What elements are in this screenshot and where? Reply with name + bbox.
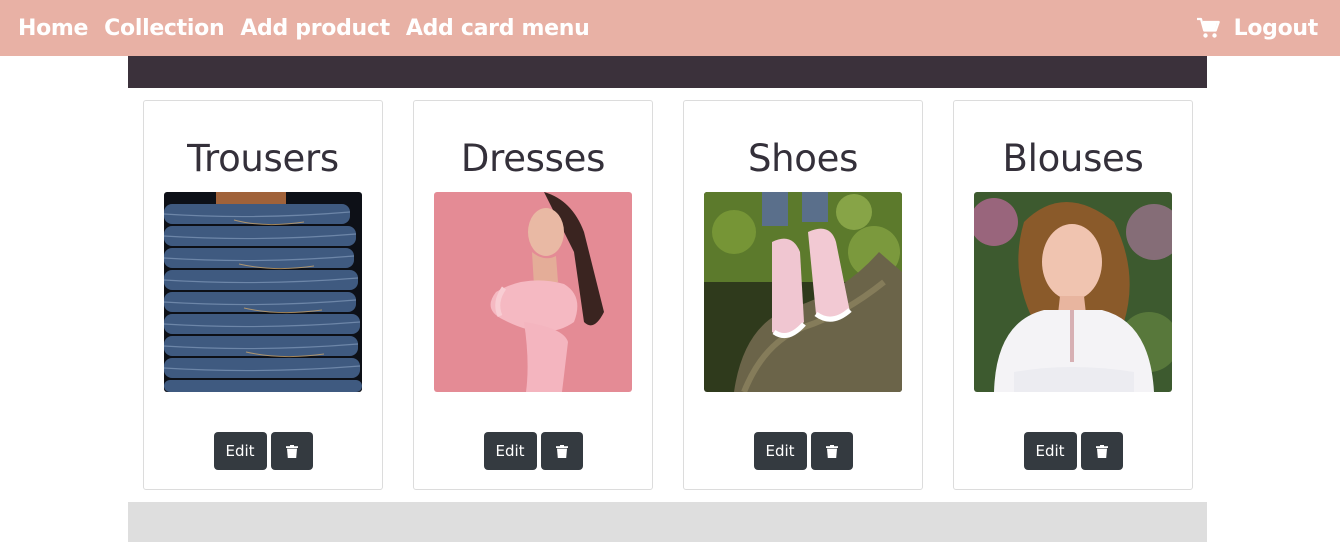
logout-link[interactable]: Logout: [1234, 16, 1319, 41]
trash-icon: [1095, 444, 1108, 458]
edit-button[interactable]: Edit: [1023, 432, 1077, 470]
delete-button[interactable]: [540, 432, 583, 470]
nav-add-card-menu-link[interactable]: Add card menu: [406, 16, 590, 41]
card-title: Trousers: [187, 137, 339, 180]
nav-home-link[interactable]: Home: [18, 16, 88, 41]
delete-button[interactable]: [270, 432, 313, 470]
card-title: Dresses: [460, 137, 606, 180]
pink-dress-model-photo: [434, 192, 632, 392]
delete-button[interactable]: [1080, 432, 1123, 470]
trash-icon: [555, 444, 568, 458]
card-actions: Edit: [213, 432, 313, 470]
delete-button[interactable]: [810, 432, 853, 470]
trash-icon: [285, 444, 298, 458]
category-card-shoes: Shoes Edit: [683, 100, 923, 490]
header-banner: [128, 56, 1207, 88]
edit-button[interactable]: Edit: [213, 432, 267, 470]
category-card-blouses: Blouses Edit: [953, 100, 1193, 490]
nav-right: Logout: [1196, 16, 1318, 41]
card-actions: Edit: [1023, 432, 1123, 470]
card-title: Shoes: [747, 137, 859, 180]
trash-icon: [825, 444, 838, 458]
stacked-jeans-photo: [164, 192, 362, 392]
shopping-cart-icon[interactable]: [1196, 17, 1220, 39]
category-card-trousers: Trousers Edit: [143, 100, 383, 490]
card-title: Blouses: [1002, 137, 1144, 180]
footer: [128, 502, 1207, 542]
nav-collection-link[interactable]: Collection: [104, 16, 224, 41]
edit-button[interactable]: Edit: [753, 432, 807, 470]
category-card-dresses: Dresses Edit: [413, 100, 653, 490]
white-blouse-model-photo: [974, 192, 1172, 392]
edit-button[interactable]: Edit: [483, 432, 537, 470]
top-navbar: Home Collection Add product Add card men…: [0, 0, 1340, 56]
nav-add-product-link[interactable]: Add product: [240, 16, 390, 41]
card-actions: Edit: [483, 432, 583, 470]
pink-sneakers-photo: [704, 192, 902, 392]
nav-links: Home Collection Add product Add card men…: [18, 16, 590, 41]
card-actions: Edit: [753, 432, 853, 470]
category-cards: Trousers Edit Dresses Edit Shoes Edit Bl…: [143, 100, 1193, 490]
